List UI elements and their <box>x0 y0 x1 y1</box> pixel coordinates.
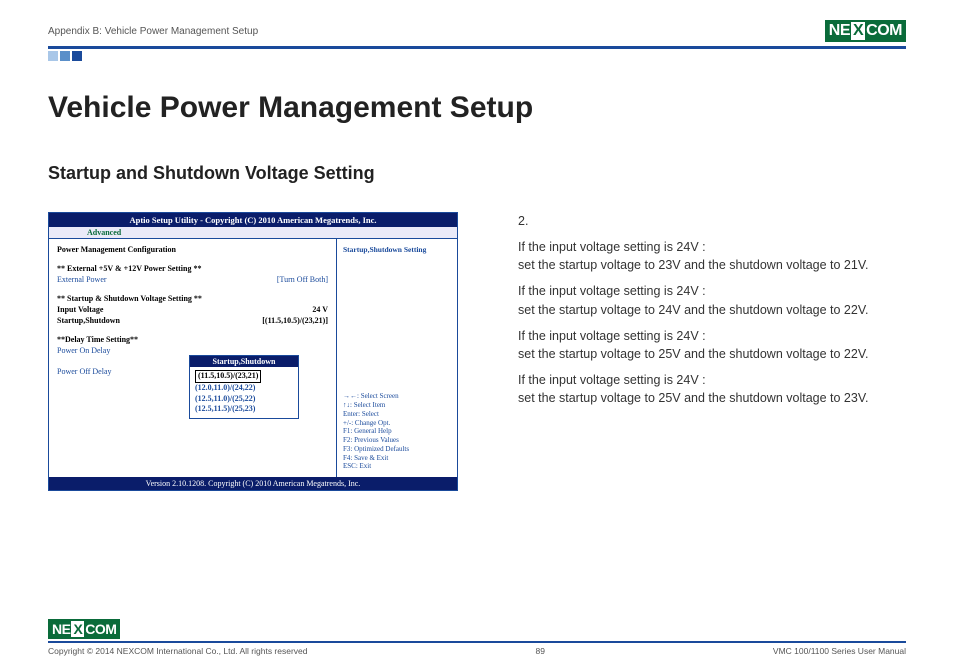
logo-left: NE <box>829 22 850 40</box>
bios-input-voltage-row[interactable]: Input Voltage 24 V <box>57 305 328 314</box>
bios-section-heading: Power Management Configuration <box>57 245 328 254</box>
instruction-line: If the input voltage setting is 24V : <box>518 240 706 254</box>
bios-input-voltage-label: Input Voltage <box>57 305 103 314</box>
bios-popup-option[interactable]: (12.5,11.0)/(25,22) <box>195 394 293 405</box>
instruction-line: If the input voltage setting is 24V : <box>518 284 706 298</box>
bios-key-help: →←: Select Screen ↑↓: Select Item Enter:… <box>343 392 451 471</box>
instruction-line: If the input voltage setting is 24V : <box>518 373 706 387</box>
breadcrumb: Appendix B: Vehicle Power Management Set… <box>48 26 258 37</box>
bios-option-popup: Startup,Shutdown (11.5,10.5)/(23,21) (12… <box>189 355 299 419</box>
bios-key-line: F2: Previous Values <box>343 436 451 445</box>
instruction-line: set the startup voltage to 23V and the s… <box>518 258 868 272</box>
footer-page-number: 89 <box>308 646 773 656</box>
bios-key-line: F1: General Help <box>343 427 451 436</box>
bios-footer: Version 2.10.1208. Copyright (C) 2010 Am… <box>49 477 457 490</box>
logo-x: X <box>71 621 84 637</box>
logo-right: COM <box>85 621 116 637</box>
bios-popup-title: Startup,Shutdown <box>190 356 298 367</box>
bios-ext-power-heading: ** External +5V & +12V Power Setting ** <box>57 264 328 273</box>
brand-logo: NEXCOM <box>825 20 906 42</box>
step-number: 2. <box>518 212 906 230</box>
bios-startup-shutdown-label: Startup,Shutdown <box>57 316 120 325</box>
footer-logo: NEXCOM <box>48 619 906 639</box>
bios-key-line: Enter: Select <box>343 410 451 419</box>
bios-title-bar: Aptio Setup Utility - Copyright (C) 2010… <box>49 213 457 227</box>
footer-copyright: Copyright © 2014 NEXCOM International Co… <box>48 646 308 656</box>
bios-ext-power-row[interactable]: External Power [Turn Off Both] <box>57 275 328 284</box>
section-title: Startup and Shutdown Voltage Setting <box>48 163 906 184</box>
square-icon <box>60 51 70 61</box>
decorative-squares <box>48 51 906 61</box>
header-rule <box>48 46 906 49</box>
footer-rule <box>48 641 906 644</box>
bios-key-line: +/-: Change Opt. <box>343 419 451 428</box>
logo-right: COM <box>866 22 902 40</box>
bios-help-title: Startup,Shutdown Setting <box>343 245 451 254</box>
bios-setup-panel: Aptio Setup Utility - Copyright (C) 2010… <box>48 212 458 491</box>
bios-startup-shutdown-row[interactable]: Startup,Shutdown [(11.5,10.5)/(23,21)] <box>57 316 328 325</box>
logo-left: NE <box>52 621 70 637</box>
page-title: Vehicle Power Management Setup <box>48 91 906 125</box>
instruction-line: set the startup voltage to 24V and the s… <box>518 303 868 317</box>
logo-x: X <box>851 22 865 40</box>
instruction-line: If the input voltage setting is 24V : <box>518 329 706 343</box>
instruction-line: set the startup voltage to 25V and the s… <box>518 347 868 361</box>
bios-popup-option[interactable]: (12.5,11.5)/(25,23) <box>195 404 293 415</box>
footer-manual-name: VMC 100/1100 Series User Manual <box>773 646 906 656</box>
instruction-line: set the startup voltage to 25V and the s… <box>518 391 868 405</box>
bios-key-line: ESC: Exit <box>343 462 451 471</box>
bios-popup-option[interactable]: (12.0,11.0)/(24,22) <box>195 383 293 394</box>
square-icon <box>72 51 82 61</box>
square-icon <box>48 51 58 61</box>
bios-key-line: F4: Save & Exit <box>343 454 451 463</box>
bios-startup-shutdown-value: [(11.5,10.5)/(23,21)] <box>262 316 328 325</box>
instruction-text: 2. If the input voltage setting is 24V :… <box>518 212 906 415</box>
bios-popup-option[interactable]: (11.5,10.5)/(23,21) <box>195 370 293 383</box>
bios-main-area: Power Management Configuration ** Extern… <box>49 239 337 477</box>
bios-ext-power-value: [Turn Off Both] <box>277 275 328 284</box>
bios-key-line: ↑↓: Select Item <box>343 401 451 410</box>
bios-ext-power-label: External Power <box>57 275 107 284</box>
bios-delay-heading: **Delay Time Setting** <box>57 335 328 344</box>
bios-tab-row: Advanced <box>49 227 457 239</box>
bios-key-line: F3: Optimized Defaults <box>343 445 451 454</box>
bios-input-voltage-value: 24 V <box>312 305 328 314</box>
bios-tab-advanced[interactable]: Advanced <box>79 227 129 238</box>
bios-key-line: →←: Select Screen <box>343 392 451 401</box>
bios-power-on-delay[interactable]: Power On Delay <box>57 346 328 355</box>
bios-ss-heading: ** Startup & Shutdown Voltage Setting ** <box>57 294 328 303</box>
